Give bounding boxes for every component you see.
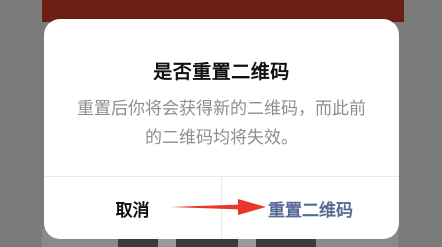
dialog-message: 重置后你将会获得新的二维码，而此前的二维码均将失效。 [77,99,366,148]
screen: 是否重置二维码 重置后你将会获得新的二维码，而此前的二维码均将失效。 取消 重置… [0,0,442,247]
reset-qr-button[interactable]: 重置二维码 [222,177,399,239]
reset-qr-dialog: 是否重置二维码 重置后你将会获得新的二维码，而此前的二维码均将失效。 取消 重置… [44,19,399,239]
cancel-button[interactable]: 取消 [44,177,221,239]
dialog-title: 是否重置二维码 [153,61,290,83]
